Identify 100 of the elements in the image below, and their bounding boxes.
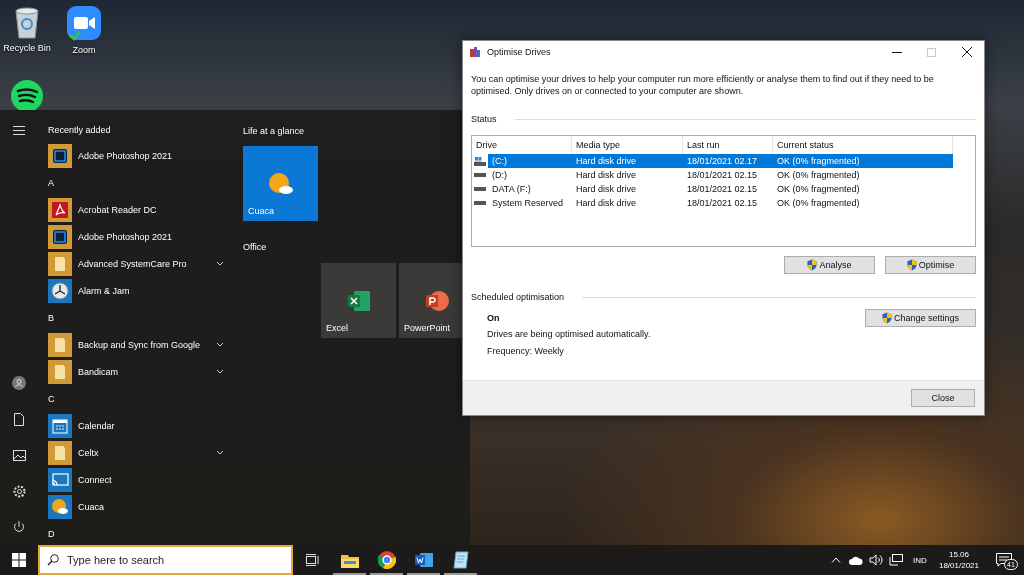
table-cell-text: OK (0% fragmented)	[776, 184, 861, 194]
maximize-icon	[927, 47, 936, 57]
schedule-state: On	[487, 312, 501, 324]
minimize-icon	[891, 51, 902, 53]
close-icon	[961, 47, 972, 57]
sun-cloud-icon	[48, 494, 72, 519]
picture-icon	[12, 449, 26, 461]
notepad-icon	[452, 551, 469, 569]
drive-row[interactable]: System Reserved Hard disk drive 18/01/2021 02.15 OK (0% fragmented)	[488, 196, 953, 210]
table-cell-text: OK (0% fragmented)	[776, 198, 861, 208]
desktop-shortcut[interactable]: Zoom	[58, 5, 110, 55]
clock[interactable]: 15.06 18/01/2021	[934, 549, 984, 571]
document-icon	[48, 197, 72, 222]
tile-group-title: Office	[243, 241, 268, 254]
table-cell-text: 18/01/2021 02.15	[686, 198, 759, 208]
section-heading: Scheduled optimisation	[471, 292, 565, 302]
menu-item[interactable]: Acrobat Reader DC	[38, 196, 235, 223]
table-cell-text: Hard disk drive	[575, 198, 638, 208]
table-cell-text: Hard disk drive	[575, 184, 638, 194]
windows-logo-icon	[12, 553, 26, 567]
letter-heading[interactable]: A	[38, 169, 235, 196]
table-cell-text: Hard disk drive	[575, 156, 638, 166]
table-cell-text: (C:)	[491, 156, 508, 166]
shield-icon	[881, 312, 892, 324]
folder-icon	[48, 359, 72, 384]
clock-icon	[48, 278, 72, 303]
table-cell-text: (D:)	[491, 170, 508, 180]
menu-item[interactable]: Calendar	[38, 412, 235, 439]
table-cell-text: OK (0% fragmented)	[776, 156, 861, 166]
cast-icon	[48, 467, 72, 492]
shield-icon	[906, 259, 917, 271]
app-tile[interactable]: Cuaca	[243, 146, 318, 221]
drive-row[interactable]: (C:) Hard disk drive 18/01/2021 02.17 OK (0% fragmented)	[488, 154, 953, 168]
table-cell-text: System Reserved	[491, 198, 565, 208]
video-camera-icon	[66, 5, 102, 41]
drive-row[interactable]: DATA (F:) Hard disk drive 18/01/2021 02.15 OK (0% fragmented)	[488, 182, 953, 196]
letter-heading[interactable]: B	[38, 304, 235, 331]
menu-icon	[13, 125, 25, 135]
menu-item[interactable]: Connect	[38, 466, 235, 493]
desktop-shortcut[interactable]: Recycle Bin	[1, 5, 53, 53]
drive-icon	[474, 201, 486, 205]
sun-cloud-icon	[267, 171, 294, 196]
table-cell-text: OK (0% fragmented)	[776, 170, 861, 180]
menu-item[interactable]: Adobe Photoshop 2021	[38, 223, 235, 250]
drive-row[interactable]: (D:) Hard disk drive 18/01/2021 02.15 OK (0% fragmented)	[488, 168, 953, 182]
trash-bin-icon	[12, 5, 42, 39]
task-view-icon	[305, 554, 319, 566]
drive-icon	[474, 173, 486, 177]
drive-icon	[474, 187, 486, 191]
table-cell-text: 18/01/2021 02.17	[686, 156, 759, 166]
folder-icon	[48, 332, 72, 357]
table-cell-text: Hard disk drive	[575, 170, 638, 180]
list-heading: Recently added	[47, 124, 112, 137]
app-icon	[48, 143, 72, 168]
app-tile[interactable]: Excel	[321, 263, 396, 338]
chevron-icon	[216, 450, 224, 455]
calendar-icon	[48, 413, 72, 438]
document-icon	[14, 412, 24, 426]
change-settings-button[interactable]: Change settings	[865, 309, 976, 327]
table-cell-text: 18/01/2021 02.15	[686, 184, 759, 194]
cloud-icon[interactable]	[849, 555, 863, 565]
window-title: Optimise Drives	[487, 47, 551, 57]
folder-icon	[340, 552, 359, 568]
shield-icon	[807, 259, 818, 271]
search-field[interactable]: Type here to search	[38, 545, 293, 575]
menu-item[interactable]: Bandicam	[38, 358, 235, 385]
close-dialog-button[interactable]: Close	[911, 389, 975, 407]
letter-heading[interactable]: C	[38, 385, 235, 412]
chevron-up-icon[interactable]	[831, 557, 841, 563]
settings-icon	[12, 484, 26, 498]
app-icon	[48, 224, 72, 249]
schedule-description: Drives are being optimised automatically.	[487, 328, 652, 340]
menu-item[interactable]: Adobe Photoshop 2021	[38, 142, 235, 169]
volume-icon[interactable]	[869, 554, 883, 566]
browser-icon	[377, 551, 396, 569]
action-button[interactable]: Analyse	[784, 256, 875, 274]
menu-item[interactable]: Celtx	[38, 439, 235, 466]
power-icon	[13, 521, 25, 533]
spreadsheet-icon	[346, 289, 371, 312]
action-button[interactable]: Optimise	[885, 256, 976, 274]
menu-item[interactable]: Advanced SystemCare Pro	[38, 250, 235, 277]
presentation-icon	[424, 289, 449, 312]
table-cell-text: 18/01/2021 02.15	[686, 170, 759, 180]
user-icon	[12, 376, 26, 390]
menu-item[interactable]: Backup and Sync from Google	[38, 331, 235, 358]
language-indicator[interactable]: IND	[906, 555, 934, 565]
chevron-icon	[216, 342, 224, 347]
document-editor-icon	[414, 552, 433, 568]
tile-group-title: Life at a glance	[243, 125, 306, 138]
network-icon[interactable]	[889, 554, 903, 566]
menu-item[interactable]: Cuaca	[38, 493, 235, 520]
menu-item[interactable]: Alarm & Jam	[38, 277, 235, 304]
schedule-frequency: Frequency: Weekly	[487, 345, 565, 357]
folder-icon	[48, 251, 72, 276]
letter-heading[interactable]: D	[38, 520, 235, 547]
drive-optimiser-icon	[469, 46, 481, 58]
search-icon	[47, 554, 59, 566]
table-cell-text: DATA (F:)	[491, 184, 532, 194]
section-heading: Status	[471, 114, 497, 124]
music-app-icon[interactable]	[11, 80, 43, 110]
